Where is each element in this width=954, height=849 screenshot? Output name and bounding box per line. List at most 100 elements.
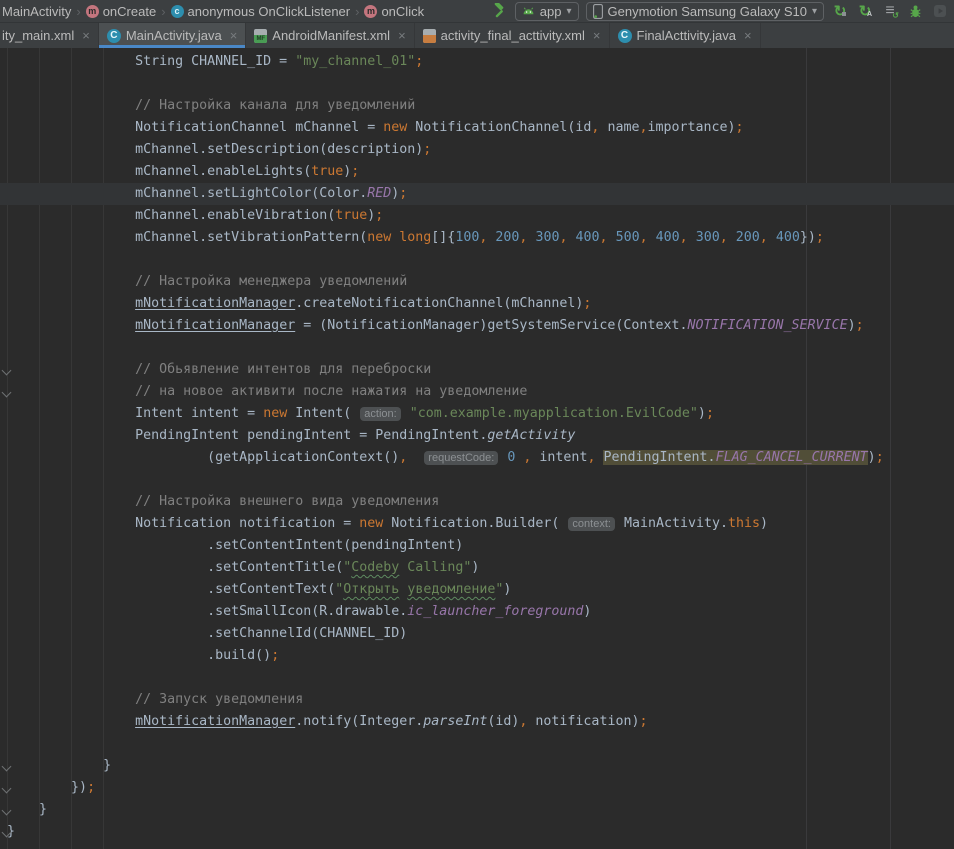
code-line: Intent intent = new Intent( action: "com… xyxy=(0,403,954,425)
tab-AndroidManifest.xml[interactable]: MF AndroidManifest.xml × xyxy=(246,23,414,48)
breadcrumb-separator: › xyxy=(161,4,165,19)
code-line: .setContentText("Открыть уведомление") xyxy=(0,579,954,601)
letter-a-glyph: A xyxy=(867,11,872,18)
code-line: .setContentIntent(pendingIntent) xyxy=(0,535,954,557)
breadcrumb-mainactivity[interactable]: MainActivity xyxy=(2,4,71,19)
tab-MainActivity.java[interactable]: C MainActivity.java × xyxy=(99,23,246,48)
tab-label: AndroidManifest.xml xyxy=(272,28,390,43)
android-icon xyxy=(522,6,535,17)
close-icon[interactable]: × xyxy=(593,28,601,43)
code-line: mChannel.setVibrationPattern(new long[]{… xyxy=(0,227,954,249)
code-line: (getApplicationContext(), requestCode: 0… xyxy=(0,447,954,469)
profiler-svg xyxy=(933,4,947,18)
fold-marker-icon[interactable] xyxy=(2,784,12,794)
close-icon[interactable]: × xyxy=(744,28,752,43)
fold-marker-icon[interactable] xyxy=(2,762,12,772)
breadcrumb-label: anonymous OnClickListener xyxy=(188,4,351,19)
breadcrumb-separator: › xyxy=(355,4,359,19)
code-line: mNotificationManager.createNotificationC… xyxy=(0,293,954,315)
breadcrumb-oncreate[interactable]: m onCreate xyxy=(86,4,156,19)
tab-label: MainActivity.java xyxy=(126,28,222,43)
run-configuration-selector[interactable]: app ▾ xyxy=(515,2,579,21)
fold-marker-icon[interactable] xyxy=(2,806,12,816)
close-icon[interactable]: × xyxy=(398,28,406,43)
code-line: .setChannelId(CHANNEL_ID) xyxy=(0,623,954,645)
bug-svg xyxy=(908,4,923,19)
tab-FinalActtivity.java[interactable]: C FinalActtivity.java × xyxy=(610,23,761,48)
code-line: mChannel.setDescription(description); xyxy=(0,139,954,161)
java-class-icon: C xyxy=(618,29,632,43)
code-line: // Настройка канала для уведомлений xyxy=(0,95,954,117)
layout-xml-file-icon xyxy=(423,29,436,43)
mini-arrow-glyph: ↺ xyxy=(892,11,899,20)
main-toolbar: MainActivity › m onCreate › c anonymous OnClic… xyxy=(0,0,954,23)
method-icon: m xyxy=(364,5,377,18)
code-line: // Обьявление интентов для переброски xyxy=(0,359,954,381)
manifest-badge: MF xyxy=(254,35,267,43)
circular-arrow-glyph: ↻ xyxy=(834,4,847,19)
breadcrumb-separator: › xyxy=(76,4,80,19)
run-configuration-label: app xyxy=(540,4,562,19)
fold-marker-icon[interactable] xyxy=(2,828,12,838)
code-line xyxy=(0,249,954,271)
rerun-icon[interactable]: ↻ xyxy=(831,2,849,20)
editor-pane[interactable]: String CHANNEL_ID = "my_channel_01"; // … xyxy=(0,48,954,849)
code-line xyxy=(0,469,954,491)
method-icon: m xyxy=(86,5,99,18)
fold-gutter xyxy=(0,51,14,849)
hammer-svg xyxy=(491,3,507,19)
phone-icon xyxy=(593,4,603,19)
code-line: mNotificationManager.notify(Integer.pars… xyxy=(0,711,954,733)
code-line: Notification notification = new Notifica… xyxy=(0,513,954,535)
breadcrumb-label: onCreate xyxy=(103,4,156,19)
code-line xyxy=(0,73,954,95)
device-selector-label: Genymotion Samsung Galaxy S10 xyxy=(608,4,807,19)
code-line: } xyxy=(0,755,954,777)
java-class-icon: C xyxy=(107,29,121,43)
breadcrumbs: MainActivity › m onCreate › c anonymous OnClic… xyxy=(2,4,424,19)
chevron-down-icon: ▾ xyxy=(567,6,572,17)
apply-changes-icon[interactable]: ↻ A xyxy=(856,2,874,20)
profile-icon[interactable] xyxy=(931,2,949,20)
code-line: PendingIntent pendingIntent = PendingInt… xyxy=(0,425,954,447)
apply-code-changes-icon[interactable]: ≡ ↺ xyxy=(881,2,899,20)
code-line: } xyxy=(0,821,954,843)
code-line xyxy=(0,667,954,689)
code-line: // на новое активити после нажатия на ув… xyxy=(0,381,954,403)
tab-bar: ity_main.xml × C MainActivity.java × MF Androi… xyxy=(0,23,954,48)
code-line: String CHANNEL_ID = "my_channel_01"; xyxy=(0,51,954,73)
code-area: String CHANNEL_ID = "my_channel_01"; // … xyxy=(0,51,954,843)
stop-square-glyph xyxy=(842,12,846,16)
code-line: // Настройка внешнего вида уведомления xyxy=(0,491,954,513)
device-selector[interactable]: Genymotion Samsung Galaxy S10 ▾ xyxy=(586,2,824,21)
code-line: mChannel.enableVibration(true); xyxy=(0,205,954,227)
code-line: mChannel.enableLights(true); xyxy=(0,161,954,183)
fold-marker-icon[interactable] xyxy=(2,366,12,376)
code-line: .build(); xyxy=(0,645,954,667)
debug-icon[interactable] xyxy=(906,2,924,20)
code-line: }); xyxy=(0,777,954,799)
fold-marker-icon[interactable] xyxy=(2,388,12,398)
code-line: mNotificationManager = (NotificationMana… xyxy=(0,315,954,337)
code-line xyxy=(0,337,954,359)
breadcrumb-anonymous-onclicklistener[interactable]: c anonymous OnClickListener xyxy=(171,4,351,19)
breadcrumb-label: onClick xyxy=(381,4,424,19)
close-icon[interactable]: × xyxy=(230,28,238,43)
tab-ity_main.xml[interactable]: ity_main.xml × xyxy=(0,23,99,48)
class-icon: c xyxy=(171,5,184,18)
code-line: // Запуск уведомления xyxy=(0,689,954,711)
layout-badge xyxy=(423,35,436,43)
code-line xyxy=(0,733,954,755)
breadcrumb-label: MainActivity xyxy=(2,4,71,19)
chevron-down-icon: ▾ xyxy=(812,6,817,17)
tab-activity_final_acttivity.xml[interactable]: activity_final_acttivity.xml× xyxy=(415,23,610,48)
toolbar-right-cluster: app ▾ Genymotion Samsung Galaxy S10 ▾ ↻ … xyxy=(490,2,954,21)
code-line: } xyxy=(0,799,954,821)
tab-label: FinalActtivity.java xyxy=(637,28,736,43)
code-line: mChannel.setLightColor(Color.RED); xyxy=(0,183,954,205)
build-hammer-icon[interactable] xyxy=(490,2,508,20)
manifest-file-icon: MF xyxy=(254,29,267,43)
breadcrumb-onclick[interactable]: m onClick xyxy=(364,4,424,19)
tab-label: ity_main.xml xyxy=(2,28,74,43)
close-icon[interactable]: × xyxy=(82,28,90,43)
